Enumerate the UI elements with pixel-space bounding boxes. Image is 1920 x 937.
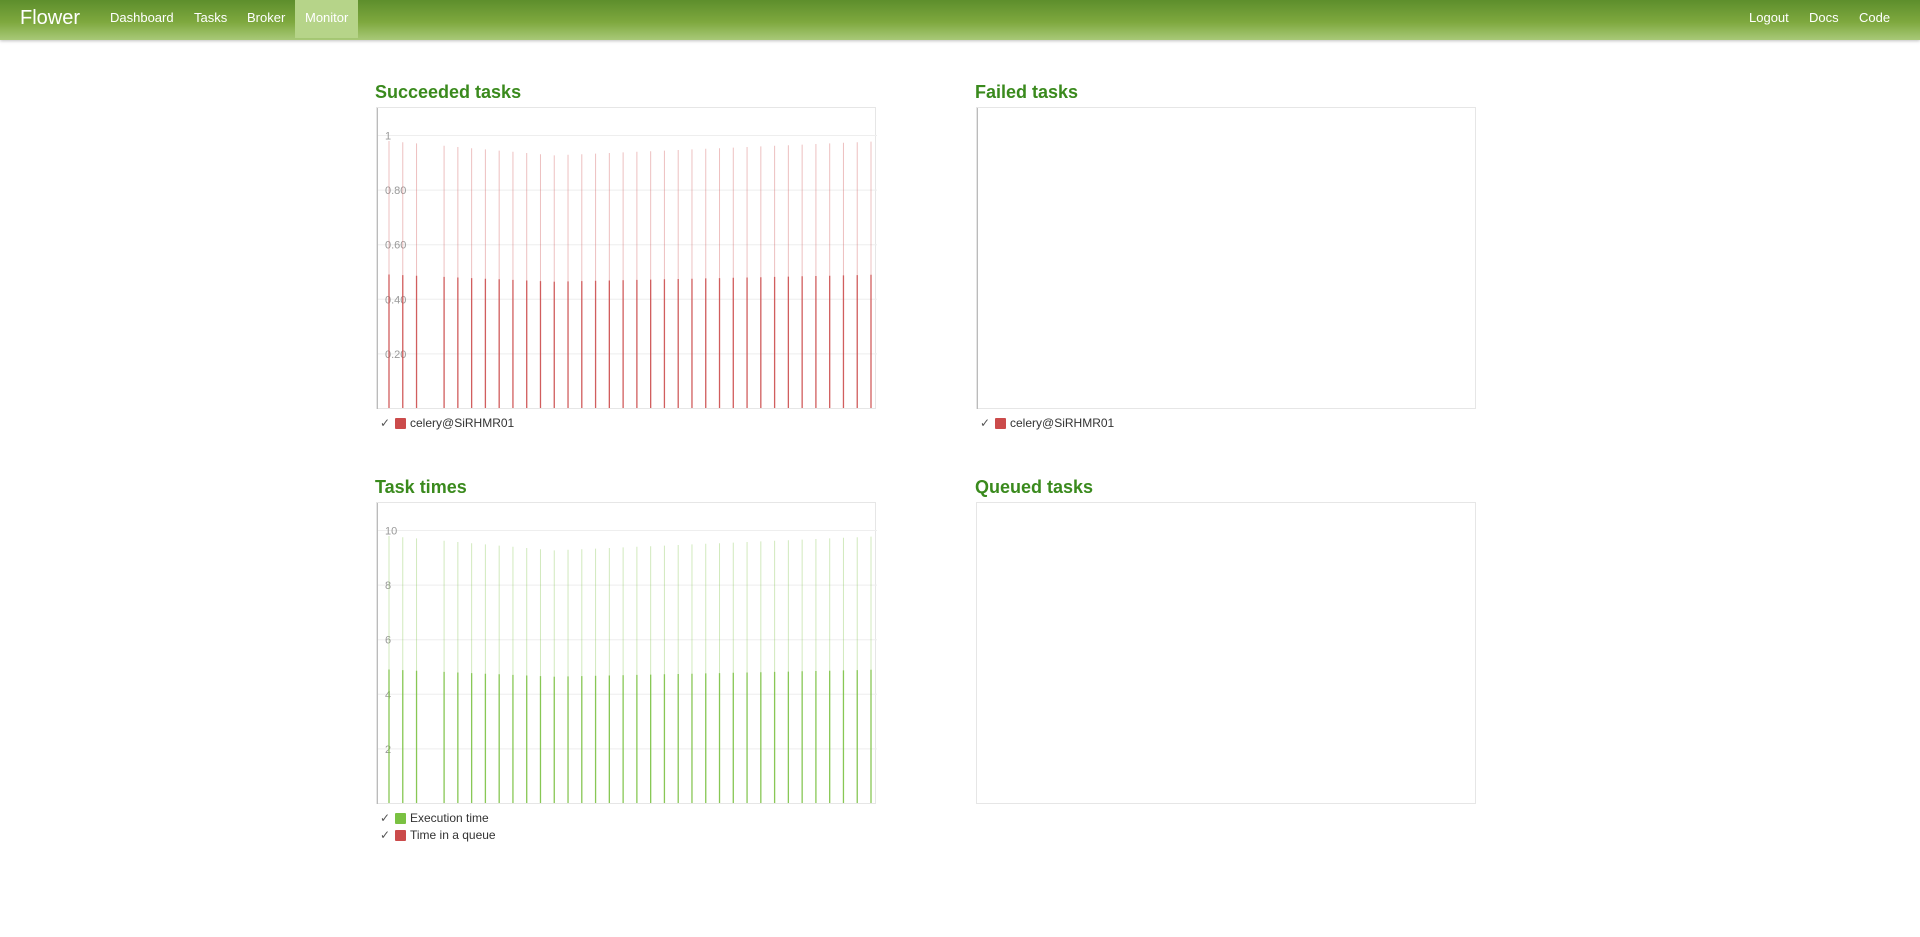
legend-item-worker[interactable]: ✓ celery@SiRHMR01 [980,415,1114,432]
succeeded-tasks-chart[interactable]: 0.20 0.40 0.60 0.80 1 [376,107,877,409]
succeeded-tasks-plot: 0.200.400.600.801 [377,108,877,409]
y-tick-label: 6 [385,635,391,647]
legend-item-execution-time[interactable]: ✓ Execution time [380,810,496,827]
legend-item-time-in-queue[interactable]: ✓ Time in a queue [380,827,496,844]
task-times-plot: 2 4 6 8 10 [377,503,877,804]
succeeded-tasks-legend: ✓ celery@SiRHMR01 [380,415,514,432]
succeeded-tasks-title: Succeeded tasks [375,82,522,102]
nav-docs[interactable]: Docs [1809,0,1839,36]
legend-swatch [395,813,406,824]
y-tick-label: 2 [385,744,391,756]
nav-dashboard[interactable]: Dashboard [110,0,174,36]
legend-label: celery@SiRHMR01 [410,416,515,430]
check-icon[interactable]: ✓ [380,810,392,827]
queued-tasks-plot [977,503,1477,805]
y-tick-label: 1 [385,131,391,143]
task-times-chart[interactable]: 2 4 6 8 10 [376,502,877,804]
nav-tasks[interactable]: Tasks [194,0,227,36]
y-tick-label: 10 [385,526,397,538]
top-navbar: Flower Dashboard Tasks Broker Monitor Lo… [0,0,1920,40]
y-tick-label: 4 [385,689,391,701]
nav-logout[interactable]: Logout [1749,0,1789,36]
legend-label: celery@SiRHMR01 [1010,416,1115,430]
queued-tasks-title: Queued tasks [975,477,1094,497]
failed-tasks-plot [977,108,978,409]
legend-label: Time in a queue [410,828,496,842]
check-icon[interactable]: ✓ [980,415,992,432]
brand-logo[interactable]: Flower [20,0,80,36]
failed-tasks-chart[interactable] [976,107,1476,409]
failed-tasks-title: Failed tasks [975,82,1079,102]
legend-swatch [395,830,406,841]
check-icon[interactable]: ✓ [380,415,392,432]
check-icon[interactable]: ✓ [380,827,392,844]
queued-tasks-chart[interactable] [976,502,1476,804]
legend-label: Execution time [410,811,489,825]
legend-swatch [995,418,1006,429]
legend-swatch [395,418,406,429]
task-times-legend: ✓ Execution time ✓ Time in a queue [380,810,496,844]
nav-code[interactable]: Code [1859,0,1890,36]
task-times-title: Task times [375,477,467,497]
failed-tasks-legend: ✓ celery@SiRHMR01 [980,415,1114,432]
y-tick-label: 8 [385,580,391,592]
legend-item-worker[interactable]: ✓ celery@SiRHMR01 [380,415,514,432]
nav-monitor[interactable]: Monitor [295,0,359,38]
nav-broker[interactable]: Broker [247,0,285,36]
